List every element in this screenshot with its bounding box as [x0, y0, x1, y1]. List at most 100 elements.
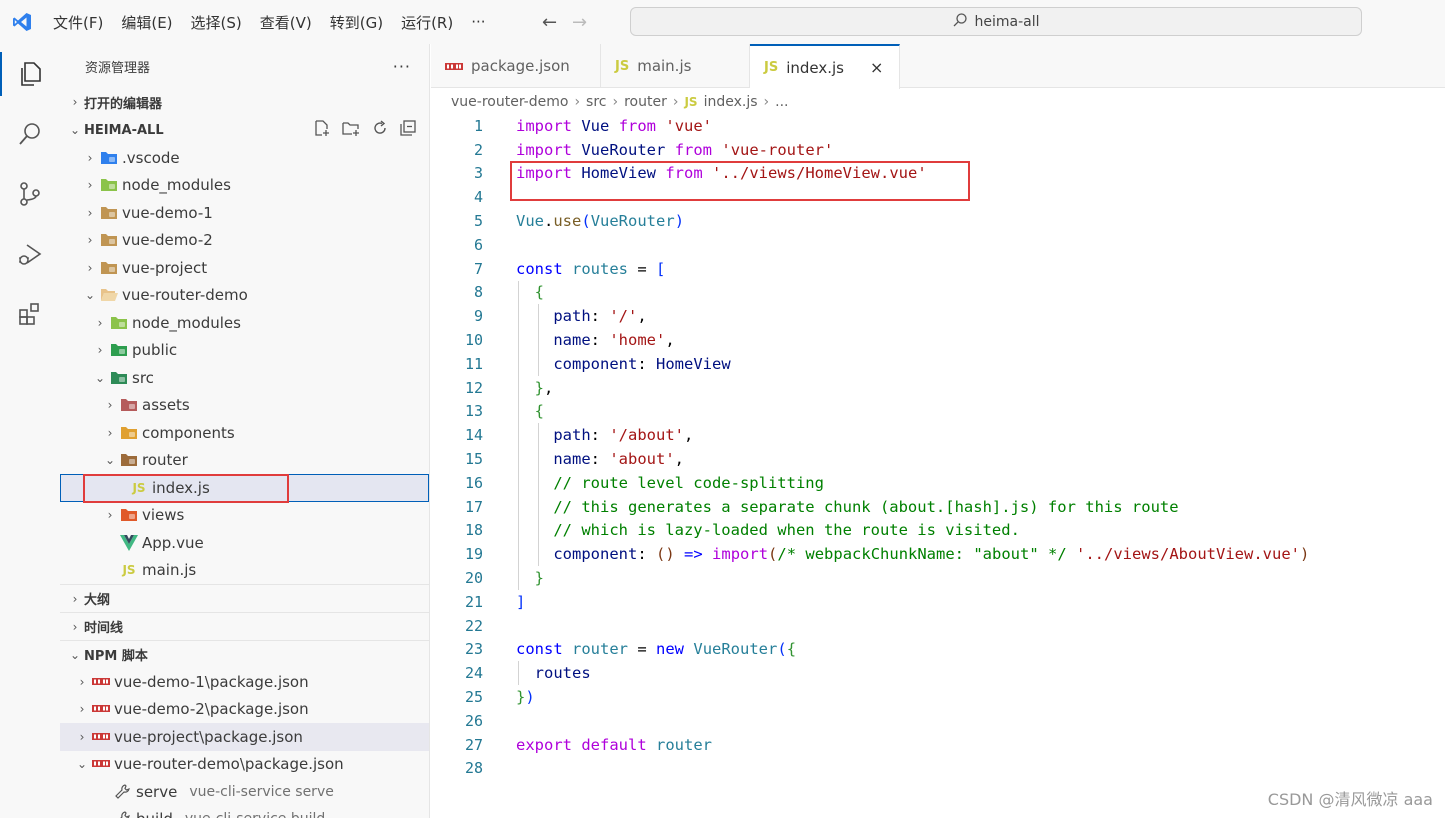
folder-icon: [98, 205, 120, 221]
tree-item[interactable]: › node_modules: [60, 172, 429, 200]
tree-item[interactable]: JS index.js: [60, 474, 429, 502]
menu-go[interactable]: 转到(G): [321, 12, 392, 33]
source-control-icon[interactable]: [0, 164, 60, 224]
tree-item[interactable]: › .vscode: [60, 144, 429, 172]
vscode-folder-icon: [98, 150, 120, 166]
js-icon: JS: [615, 58, 630, 74]
line-number: 1: [473, 116, 483, 135]
forward-arrow-icon[interactable]: →: [565, 12, 595, 33]
chevron-right-icon: ›: [97, 315, 103, 330]
js-icon: JS: [764, 60, 779, 75]
editor-tabs: package.json JS main.js JS index.js ×: [431, 44, 1445, 89]
js-icon: JS: [684, 95, 698, 109]
tree-item[interactable]: › components: [60, 419, 429, 447]
line-number: 26: [464, 711, 483, 730]
close-icon[interactable]: ×: [870, 58, 883, 77]
wrench-icon: [112, 784, 134, 800]
tree-item[interactable]: ⌄ vue-router-demo: [60, 282, 429, 310]
tree-item-label: index.js: [152, 478, 210, 497]
menu-edit[interactable]: 编辑(E): [112, 12, 181, 33]
line-number: 11: [464, 354, 483, 373]
npm-package-item[interactable]: › vue-project\package.json: [60, 723, 429, 751]
breadcrumb-item[interactable]: vue-router-demo: [451, 94, 568, 110]
chevron-down-icon: ⌄: [69, 123, 81, 137]
line-number: 2: [473, 140, 483, 159]
line-number: 10: [464, 331, 483, 350]
tree-item[interactable]: App.vue: [60, 529, 429, 557]
extensions-icon[interactable]: [0, 284, 60, 344]
explorer-icon[interactable]: [0, 44, 60, 104]
npm-package-label: vue-router-demo\package.json: [114, 755, 344, 774]
npm-package-item[interactable]: › vue-demo-2\package.json: [60, 696, 429, 724]
npm-package-item[interactable]: › vue-demo-1\package.json: [60, 668, 429, 696]
tree-item[interactable]: JS main.js: [60, 557, 429, 585]
tree-item[interactable]: › assets: [60, 392, 429, 420]
open-editors-section[interactable]: › 打开的编辑器: [60, 88, 429, 116]
chevron-right-icon: ›: [672, 94, 679, 110]
assets-folder-icon: [118, 397, 140, 413]
tree-item[interactable]: › node_modules: [60, 309, 429, 337]
line-number: 20: [464, 569, 483, 588]
tree-item[interactable]: › vue-demo-2: [60, 227, 429, 255]
back-arrow-icon[interactable]: ←: [535, 12, 565, 33]
npm-icon: [90, 729, 112, 745]
chevron-right-icon: ›: [97, 343, 103, 358]
tree-item[interactable]: › views: [60, 502, 429, 530]
code-line: {: [534, 402, 545, 421]
npm-script-item[interactable]: serve vue-cli-service serve: [60, 778, 429, 806]
menu-run[interactable]: 运行(R): [392, 12, 462, 33]
breadcrumb-item[interactable]: index.js: [704, 94, 758, 110]
tab-main-js[interactable]: JS main.js: [601, 44, 750, 88]
line-number: 19: [464, 545, 483, 564]
menu-more[interactable]: ···: [462, 13, 494, 31]
tree-item-label: vue-project: [122, 258, 208, 277]
new-folder-icon[interactable]: [341, 119, 361, 141]
npm-package-item[interactable]: ⌄ vue-router-demo\package.json: [60, 751, 429, 779]
refresh-icon[interactable]: [371, 119, 389, 141]
run-debug-icon[interactable]: [0, 224, 60, 284]
tree-item[interactable]: › vue-demo-1: [60, 199, 429, 227]
tab-label: main.js: [637, 57, 692, 75]
open-editors-label: 打开的编辑器: [84, 96, 163, 112]
tab-label: index.js: [786, 58, 844, 77]
activity-bar: [0, 44, 60, 818]
tree-item[interactable]: ⌄ src: [60, 364, 429, 392]
npm-scripts-section[interactable]: ⌄ NPM 脚本: [60, 640, 429, 668]
tab-package-json[interactable]: package.json: [431, 44, 601, 88]
npm-scripts-label: NPM 脚本: [84, 649, 148, 664]
menu-file[interactable]: 文件(F): [44, 12, 112, 33]
line-number: 24: [464, 664, 483, 683]
line-number: 8: [473, 283, 483, 302]
outline-section[interactable]: › 大纲: [60, 584, 429, 612]
code-line: }: [534, 569, 545, 588]
breadcrumb-item[interactable]: ...: [775, 94, 788, 110]
js-file-icon: JS: [122, 563, 136, 578]
tree-item[interactable]: › public: [60, 337, 429, 365]
breadcrumb-item[interactable]: src: [586, 94, 606, 110]
chevron-down-icon: ⌄: [76, 757, 88, 772]
line-number: 27: [464, 735, 483, 754]
tree-item[interactable]: › vue-project: [60, 254, 429, 282]
line-number: 25: [464, 688, 483, 707]
line-number: 23: [464, 640, 483, 659]
tree-item-label: node_modules: [122, 176, 231, 195]
breadcrumb-item[interactable]: router: [624, 94, 667, 110]
chevron-down-icon: ⌄: [69, 647, 81, 662]
code-editor[interactable]: 1 import Vue from 'vue' 2 import VueRouter…: [431, 114, 1445, 818]
npm-script-item[interactable]: build vue-cli-service build: [60, 806, 429, 818]
chevron-right-icon: ›: [87, 205, 93, 220]
menu-view[interactable]: 查看(V): [251, 12, 321, 33]
timeline-section[interactable]: › 时间线: [60, 612, 429, 640]
new-file-icon[interactable]: [313, 119, 331, 141]
tab-index-js[interactable]: JS index.js ×: [750, 44, 900, 89]
workspace-section[interactable]: ⌄ HEIMA-ALL: [60, 116, 429, 144]
npm-package-label: vue-demo-1\package.json: [114, 672, 309, 691]
more-actions-icon[interactable]: ···: [393, 57, 411, 76]
tree-item[interactable]: ⌄ router: [60, 447, 429, 475]
command-center-search[interactable]: heima-all: [630, 7, 1362, 36]
search-view-icon[interactable]: [0, 104, 60, 164]
menu-selection[interactable]: 选择(S): [182, 12, 251, 33]
collapse-all-icon[interactable]: [399, 119, 417, 141]
code-line: name: 'about',: [553, 450, 684, 469]
code-line: const router = new VueRouter({: [516, 640, 797, 659]
